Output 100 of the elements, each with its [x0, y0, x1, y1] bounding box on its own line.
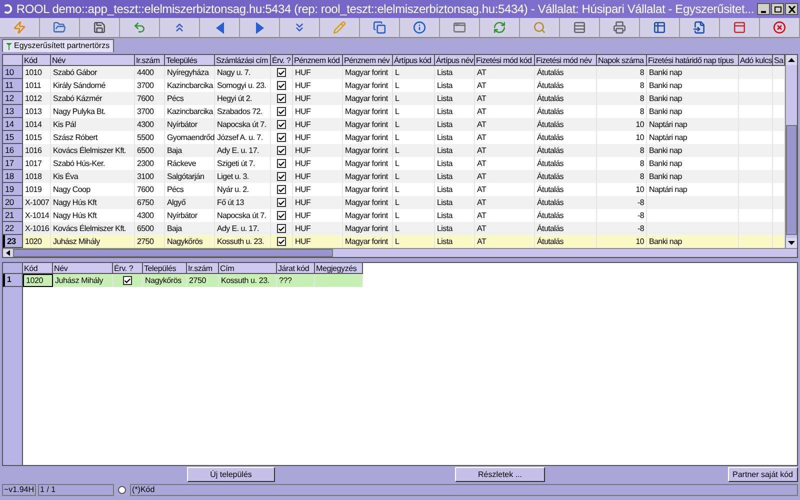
checkbox[interactable]	[277, 81, 286, 90]
table-row[interactable]: 17 1017 Szabó Hús-Ker. 2300 Ráckeve Szigeti út 7. HUF Magyar forint L Lista AT Átutalás 8 Banki nap	[3, 157, 785, 170]
checkbox[interactable]	[277, 94, 286, 103]
column-header[interactable]: Név	[51, 55, 135, 66]
row-number: 13	[3, 105, 23, 118]
table-row[interactable]: 1020 Juhász Mihály Nagykőrös 2750 Kossuth u. 23. ???	[23, 274, 363, 287]
close-icon	[773, 21, 786, 34]
checkbox[interactable]	[277, 185, 286, 194]
column-header[interactable]: Fizetési határidő nap típus	[647, 55, 739, 66]
minimize-button[interactable]	[757, 3, 770, 15]
action-button[interactable]: Új település	[187, 467, 275, 482]
app-icon	[2, 3, 14, 15]
table-row[interactable]: 10 1010 Szabó Gábor 4400 Nyíregyháza Nagy u. 7. HUF Magyar forint L Lista AT Átutalás 8 Banki nap	[3, 66, 785, 79]
checkbox[interactable]	[277, 224, 286, 233]
table-cell: 1020	[23, 274, 53, 287]
checkbox[interactable]	[277, 198, 286, 207]
column-header[interactable]: Járat kód	[277, 263, 315, 274]
checkbox[interactable]	[277, 172, 286, 181]
folder-icon	[53, 21, 66, 34]
table-row[interactable]: 21 X-1014 Nagy Hús Kft 4300 Nyírbátor Napocska út 7. HUF Magyar forint L Lista AT Átutalás -8	[3, 209, 785, 222]
undo-icon	[133, 21, 146, 34]
table-cell: 2750	[187, 274, 219, 287]
chevrons-down-icon	[293, 21, 306, 34]
action-button[interactable]: Partner saját kód	[728, 467, 798, 482]
column-header[interactable]: Érv. ?	[113, 263, 143, 274]
row-number: 21	[3, 209, 23, 222]
checkbox[interactable]	[277, 133, 286, 142]
table-row[interactable]: 13 1013 Nagy Pulyka Bt. 3700 Kazincbarcika Szabados 72. HUF Magyar forint L Lista AT Átutalás 8 Banki nap	[3, 105, 785, 118]
column-header[interactable]: Település	[143, 263, 187, 274]
file-import-icon	[693, 21, 706, 34]
search-icon	[533, 21, 546, 34]
info-icon	[413, 21, 426, 34]
chevrons-up-icon	[173, 21, 186, 34]
table-row[interactable]: 23 1020 Juhász Mihály 2750 Nagykőrös Kossuth u. 23. HUF Magyar forint L Lista AT Átutalás 10 Banki nap	[3, 235, 785, 248]
table-row[interactable]: 15 1015 Szász Róbert 5500 Gyomaendrőd József A. u. 7. HUF Magyar forint L Lista AT Átutalás 10 Naptári nap	[3, 131, 785, 144]
checkbox[interactable]	[277, 237, 286, 246]
checkbox[interactable]	[277, 146, 286, 155]
column-header[interactable]: Név	[53, 263, 113, 274]
record-counter: 1 / 1	[38, 484, 114, 496]
row-number: 12	[3, 92, 23, 105]
table-cell: Kossuth u. 23.	[219, 274, 277, 287]
column-header[interactable]: Napok száma	[597, 55, 647, 66]
tab[interactable]: Egyszerűsített partnertörzs	[2, 39, 114, 52]
copy-icon	[373, 21, 386, 34]
row-number: 19	[3, 183, 23, 196]
printer-icon	[613, 21, 626, 34]
maximize-button[interactable]	[771, 3, 784, 15]
table-row[interactable]: 16 1016 Kovács Élelmiszer Kft. 6500 Baja Ady E. u. 17. HUF Magyar forint L Lista AT Átutalás 8 Banki nap	[3, 144, 785, 157]
table-row[interactable]: 12 1012 Szabó Kázmér 7600 Pécs Hegyi út 2. HUF Magyar forint L Lista AT Átutalás 8 Banki nap	[3, 92, 785, 105]
column-header[interactable]: Fizetési mód kód	[475, 55, 535, 66]
pencil-icon	[333, 21, 346, 34]
window-title: ROOL demo::app_teszt::elelmiszerbiztonsag.hu:5434 (rep: rool_teszt::elelmiszerbiztonsag.hu:5434) - Vállalat: Húsipari Vállalat - Egyszerűsitet...	[16, 3, 754, 15]
column-header[interactable]: Kód	[23, 263, 53, 274]
column-header[interactable]: Sa	[773, 55, 785, 66]
column-header[interactable]: Adó kulcs	[739, 55, 773, 66]
table-cell: ???	[277, 274, 315, 287]
row-number: 22	[3, 222, 23, 235]
pin-icon	[6, 42, 12, 50]
column-header[interactable]: Fizetési mód név	[535, 55, 597, 66]
table-cell: Juhász Mihály	[53, 274, 113, 287]
column-header[interactable]: Ir.szám	[135, 55, 165, 66]
column-header[interactable]: Ártípus kód	[393, 55, 435, 66]
table-cell: Nagykőrös	[143, 274, 187, 287]
column-header[interactable]: Megjegyzés	[315, 263, 363, 274]
checkbox[interactable]	[277, 68, 286, 77]
action-button[interactable]: Részletek ...	[455, 467, 545, 482]
table-icon	[653, 21, 666, 34]
column-header[interactable]: Cím	[219, 263, 277, 274]
row-number: 1	[3, 274, 22, 287]
table-row[interactable]: 18 1018 Kis Éva 3100 Salgótarján Liget u. 3. HUF Magyar forint L Lista AT Átutalás 8 Banki nap	[3, 170, 785, 183]
row-number: 17	[3, 157, 23, 170]
table-row[interactable]: 14 1014 Kis Pál 4300 Nyírbátor Napocska út 7. HUF Magyar forint L Lista AT Átutalás 10 Naptári nap	[3, 118, 785, 131]
row-number: 15	[3, 131, 23, 144]
column-header[interactable]: Érv. ?	[271, 55, 293, 66]
vertical-scrollbar[interactable]	[785, 55, 797, 248]
checkbox[interactable]	[277, 120, 286, 129]
column-header[interactable]: Pénznem név	[343, 55, 393, 66]
row-number: 23	[3, 235, 23, 248]
column-header[interactable]: Kód	[23, 55, 51, 66]
table-row[interactable]: 19 1019 Nagy Coop 7600 Pécs Nyár u. 2. HUF Magyar forint L Lista AT Átutalás 10 Naptári nap	[3, 183, 785, 196]
table-row[interactable]: 20 X-1007 Nagy Hús Kft 6750 Algyő Fő út 13 HUF Magyar forint L Lista AT Átutalás -8	[3, 196, 785, 209]
column-header[interactable]: Számlázási cím	[215, 55, 271, 66]
checkbox[interactable]	[277, 107, 286, 116]
close-button[interactable]	[785, 3, 798, 15]
radio-button[interactable]	[118, 486, 126, 494]
maximize-icon	[774, 6, 782, 12]
form-icon	[733, 21, 746, 34]
refresh-icon	[493, 21, 506, 34]
table-row[interactable]: 22 X-1016 Kovács Élelmiszer Kft. 6500 Baja Ady E. u. 17. HUF Magyar forint L Lista AT Átutalás -8	[3, 222, 785, 235]
checkbox[interactable]	[123, 276, 132, 285]
column-header[interactable]: Pénznem kód	[293, 55, 343, 66]
column-header[interactable]: Ir.szám	[187, 263, 219, 274]
checkbox[interactable]	[277, 211, 286, 220]
row-number: 16	[3, 144, 23, 157]
column-header[interactable]: Település	[165, 55, 215, 66]
checkbox[interactable]	[277, 159, 286, 168]
save-icon	[93, 21, 106, 34]
table-row[interactable]: 11 1011 Király Sándorné 3700 Kazincbarcika Somogyi u. 23. HUF Magyar forint L Lista AT Átutalás 8 Banki nap	[3, 79, 785, 92]
column-header[interactable]: Ártípus név	[435, 55, 475, 66]
horizontal-scrollbar[interactable]	[3, 248, 797, 257]
